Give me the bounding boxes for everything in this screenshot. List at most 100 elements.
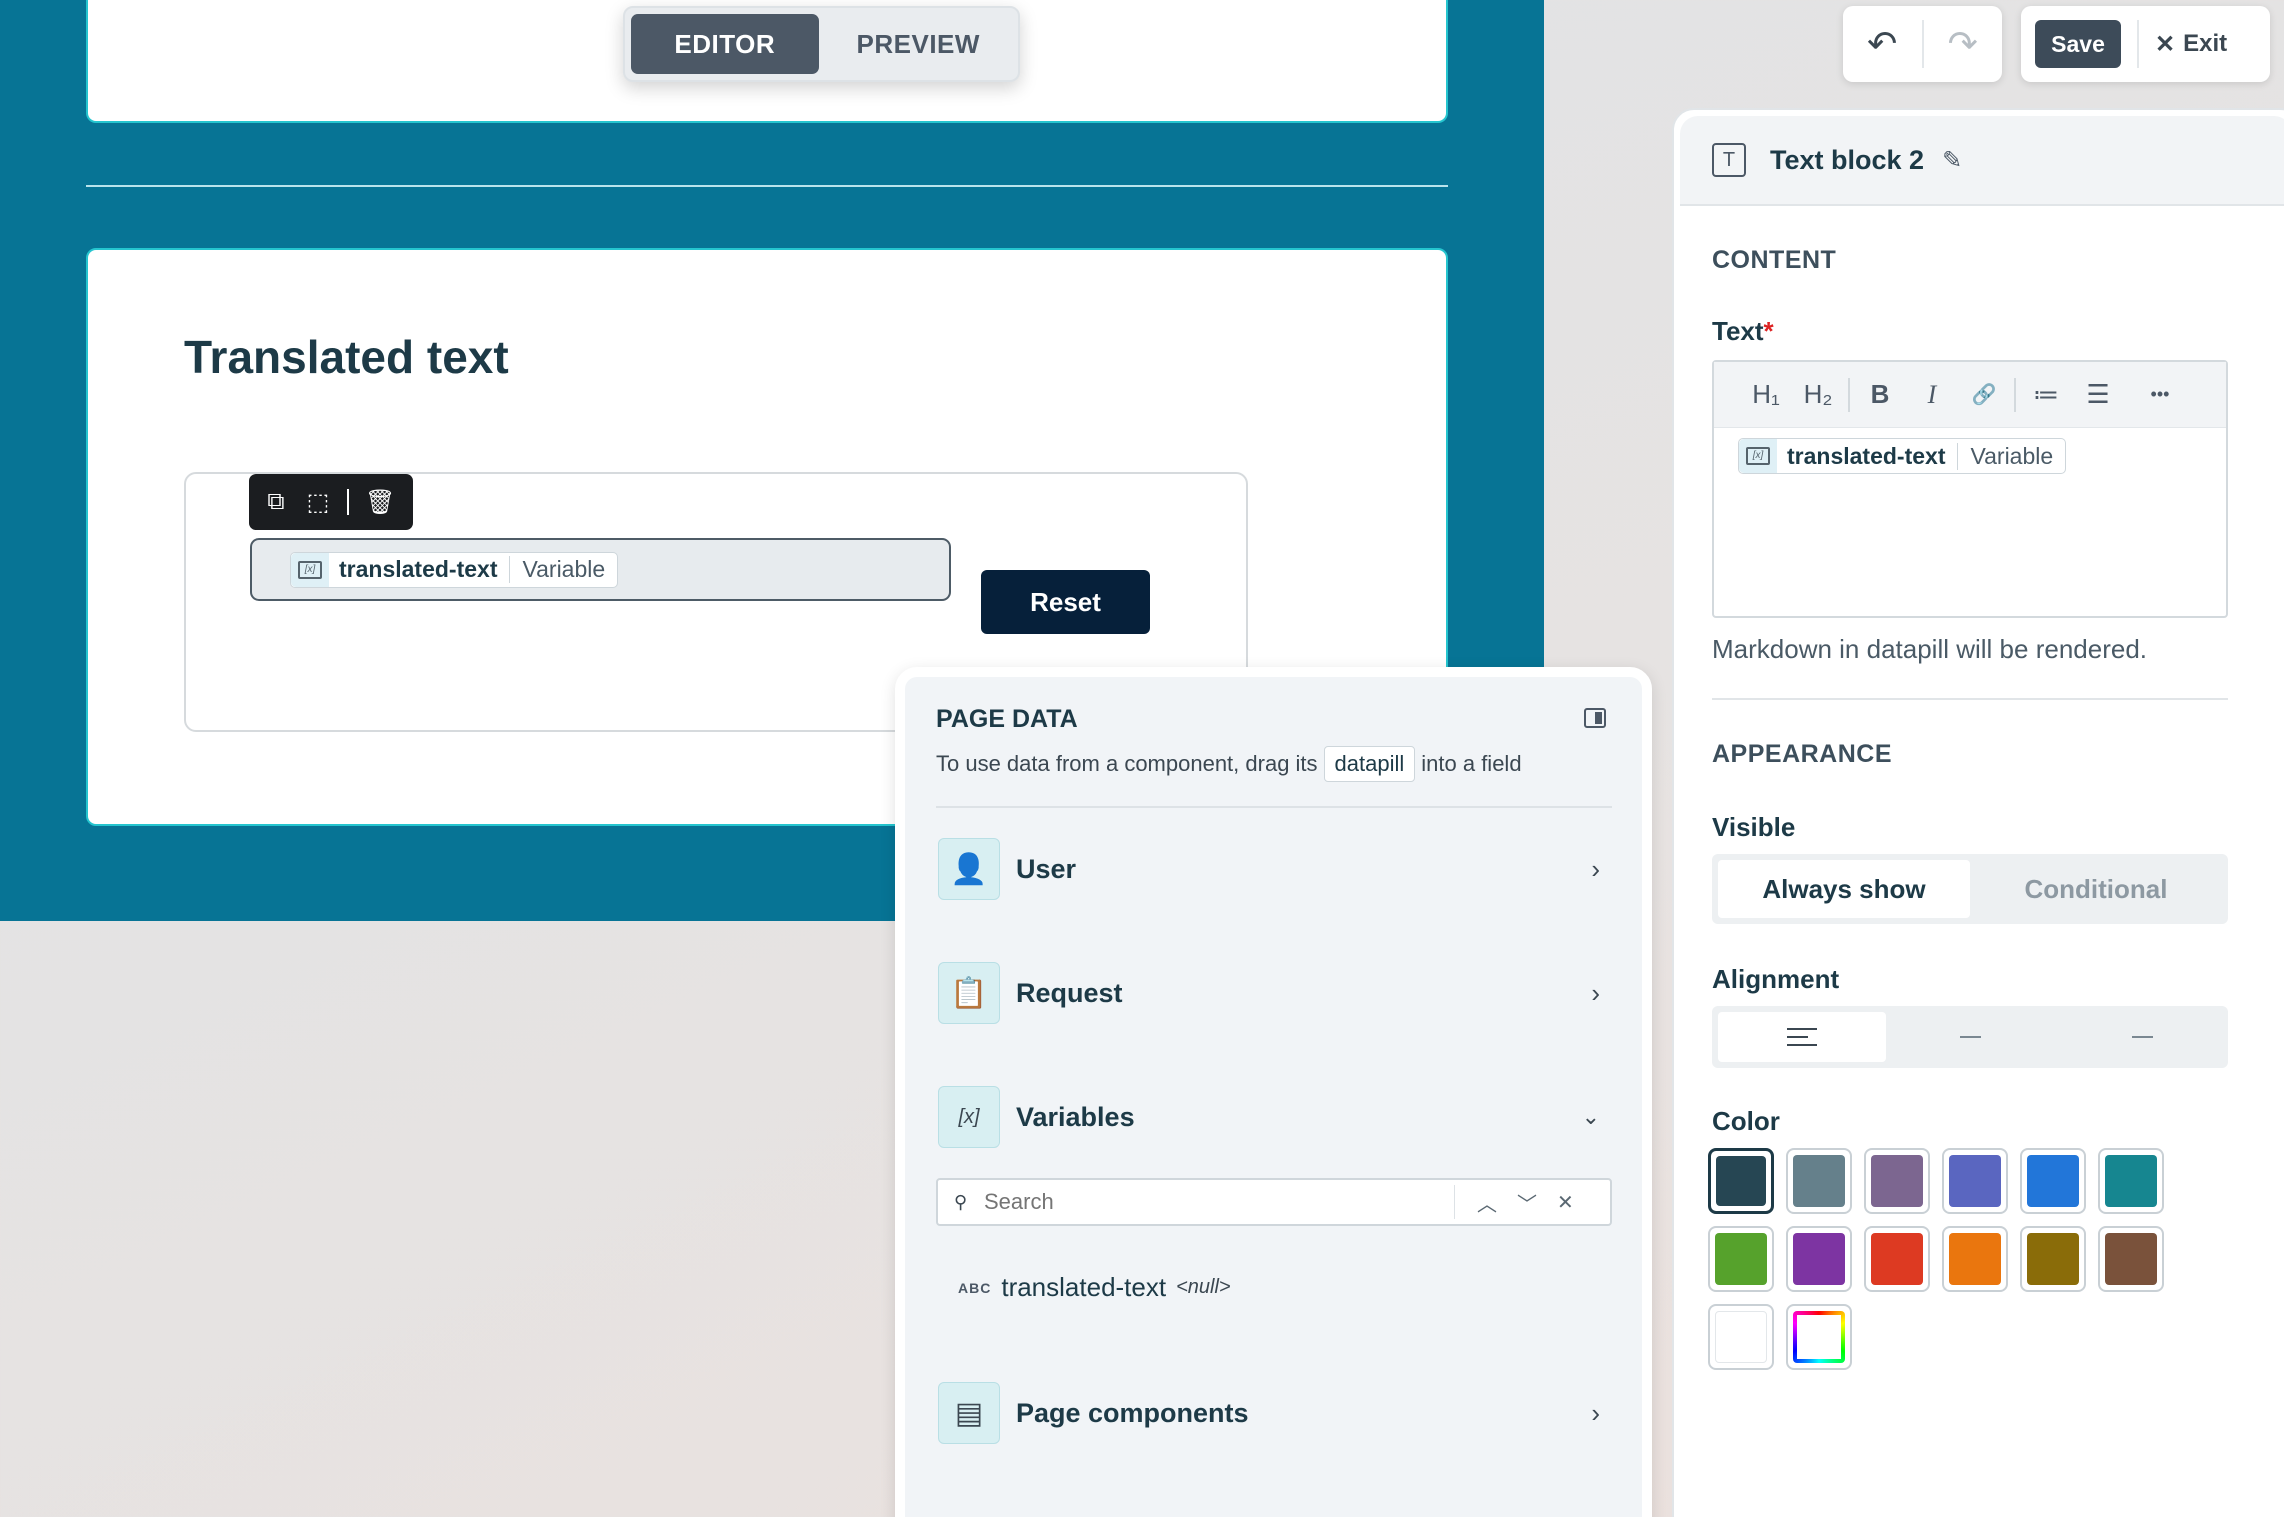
save-exit-controls: Save ✕ Exit [2021,6,2270,82]
chevron-down-icon: ⌄ [1581,1104,1600,1129]
page-data-row-user[interactable]: 👤 User › [938,838,1610,900]
align-left-button[interactable] [1718,1012,1886,1062]
color-swatch[interactable] [2098,1148,2164,1214]
color-swatch[interactable] [1864,1226,1930,1292]
page-data-row-page-components[interactable]: ▤ Page components › [938,1382,1610,1444]
text-field-label: Text* [1712,316,1774,347]
alignment-toggle [1712,1006,2228,1068]
visible-label: Visible [1712,812,1796,842]
align-left-icon [1787,1028,1817,1046]
rich-text-editor[interactable]: H₁ H₂ B I 🔗 ≔ ☰ ••• [1712,360,2228,618]
required-mark: * [1763,316,1774,346]
edit-name-icon[interactable]: ✎ [1942,146,1962,175]
color-swatch[interactable] [1708,1148,1774,1214]
translated-text-heading[interactable]: Translated text [184,330,509,384]
swatch-fill [1793,1233,1845,1285]
close-icon: ✕ [2155,30,2176,58]
datapill-name: translated-text [1787,442,1946,469]
duplicate-icon[interactable]: ⧉ [263,488,289,516]
align-center-button[interactable] [1886,1012,2054,1062]
bold-icon[interactable]: B [1854,379,1906,410]
exit-button[interactable]: ✕ Exit [2155,30,2227,59]
redo-icon[interactable]: ↷ [1924,6,2003,82]
text-block-icon: T [1712,143,1746,177]
block-name: Text block 2 [1770,144,1925,175]
collapse-panel-icon[interactable] [1584,708,1606,728]
desc-datapill-chip: datapill [1323,746,1416,782]
desc-after: into a field [1421,751,1522,776]
page-data-row-variables[interactable]: [x] Variables ⌄ [938,1086,1610,1148]
variable-icon: [x] [291,552,329,587]
color-swatch[interactable] [1942,1226,2008,1292]
delete-icon[interactable]: 🗑 [365,488,395,517]
color-swatch[interactable] [1708,1304,1774,1370]
text-type-badge: ABC [958,1279,992,1296]
color-swatch[interactable] [1942,1148,2008,1214]
link-icon[interactable]: 🔗 [1958,382,2010,407]
align-right-button[interactable] [2054,1012,2222,1062]
swatch-fill [1793,1155,1845,1207]
color-swatch[interactable] [1708,1226,1774,1292]
section-divider [86,185,1448,187]
variable-item[interactable]: ABC translated-text <null> [958,1272,1231,1303]
properties-header: T Text block 2 ✎ [1680,116,2284,206]
visible-always-show[interactable]: Always show [1718,860,1970,918]
toolbar-separator [2014,377,2016,412]
toolbar-separator [1848,377,1850,412]
color-swatch[interactable] [2098,1226,2164,1292]
chevron-up-icon[interactable]: ︿ [1477,1188,1497,1217]
tab-preview[interactable]: PREVIEW [825,14,1013,74]
page-data-row-request[interactable]: 📋 Request › [938,962,1610,1024]
color-swatch[interactable] [2020,1148,2086,1214]
color-swatch[interactable] [1786,1226,1852,1292]
appearance-section-title: APPEARANCE [1712,740,1893,768]
swatch-fill [1871,1155,1923,1207]
variable-value: <null> [1176,1276,1231,1298]
variables-search: ⚲ ︿ ﹀ ✕ [936,1178,1612,1226]
swatch-fill [2105,1155,2157,1207]
swatch-fill [2027,1155,2079,1207]
alignment-label: Alignment [1712,964,1840,994]
variables-icon: [x] [938,1086,1000,1148]
variable-name: translated-text [1001,1272,1167,1302]
more-icon[interactable]: ••• [2134,384,2186,405]
visible-toggle: Always show Conditional [1712,854,2228,924]
save-separator [2137,20,2139,68]
datapill-type: Variable [1957,442,2065,470]
tab-editor[interactable]: EDITOR [631,14,819,74]
italic-icon[interactable]: I [1906,380,1958,410]
exit-label: Exit [2183,30,2228,57]
select-parent-icon[interactable]: ⬚ [305,488,331,517]
color-swatch[interactable] [2020,1226,2086,1292]
color-swatch[interactable] [1864,1148,1930,1214]
editor-datapill[interactable]: [x] translated-text Variable [1738,438,2067,474]
align-center-icon [1955,1028,1985,1046]
bullet-list-icon[interactable]: ☰ [2072,379,2124,410]
variable-icon: [x] [1739,439,1777,473]
datapill-type: Variable [509,556,617,583]
search-input[interactable] [984,1189,1454,1215]
visible-conditional[interactable]: Conditional [1970,860,2222,918]
page-data-description: To use data from a component, drag its d… [936,746,1522,782]
ordered-list-icon[interactable]: ≔ [2020,379,2072,410]
row-label: Request [1016,977,1123,1008]
page-components-icon: ▤ [938,1382,1000,1444]
color-swatch[interactable] [1786,1148,1852,1214]
content-section-title: CONTENT [1712,246,1837,274]
datapill[interactable]: [x] translated-text Variable [290,551,619,588]
heading1-icon[interactable]: H₁ [1740,379,1792,410]
swatch-fill [1715,1233,1767,1285]
heading2-icon[interactable]: H₂ [1792,379,1844,410]
toolbar-separator [347,489,349,515]
search-controls: ︿ ﹀ ✕ [1454,1185,1590,1219]
row-label: Page components [1016,1397,1249,1428]
reset-button[interactable]: Reset [981,570,1150,634]
history-controls: ↶ ↷ [1843,6,2002,82]
chevron-down-icon[interactable]: ﹀ [1517,1188,1537,1217]
toolbar-separator [2128,378,2130,412]
undo-icon[interactable]: ↶ [1843,6,1922,82]
clear-search-icon[interactable]: ✕ [1557,1190,1574,1215]
custom-color-swatch[interactable] [1786,1304,1852,1370]
save-button[interactable]: Save [2035,20,2121,68]
text-block-selected[interactable]: [x] translated-text Variable [250,538,951,601]
